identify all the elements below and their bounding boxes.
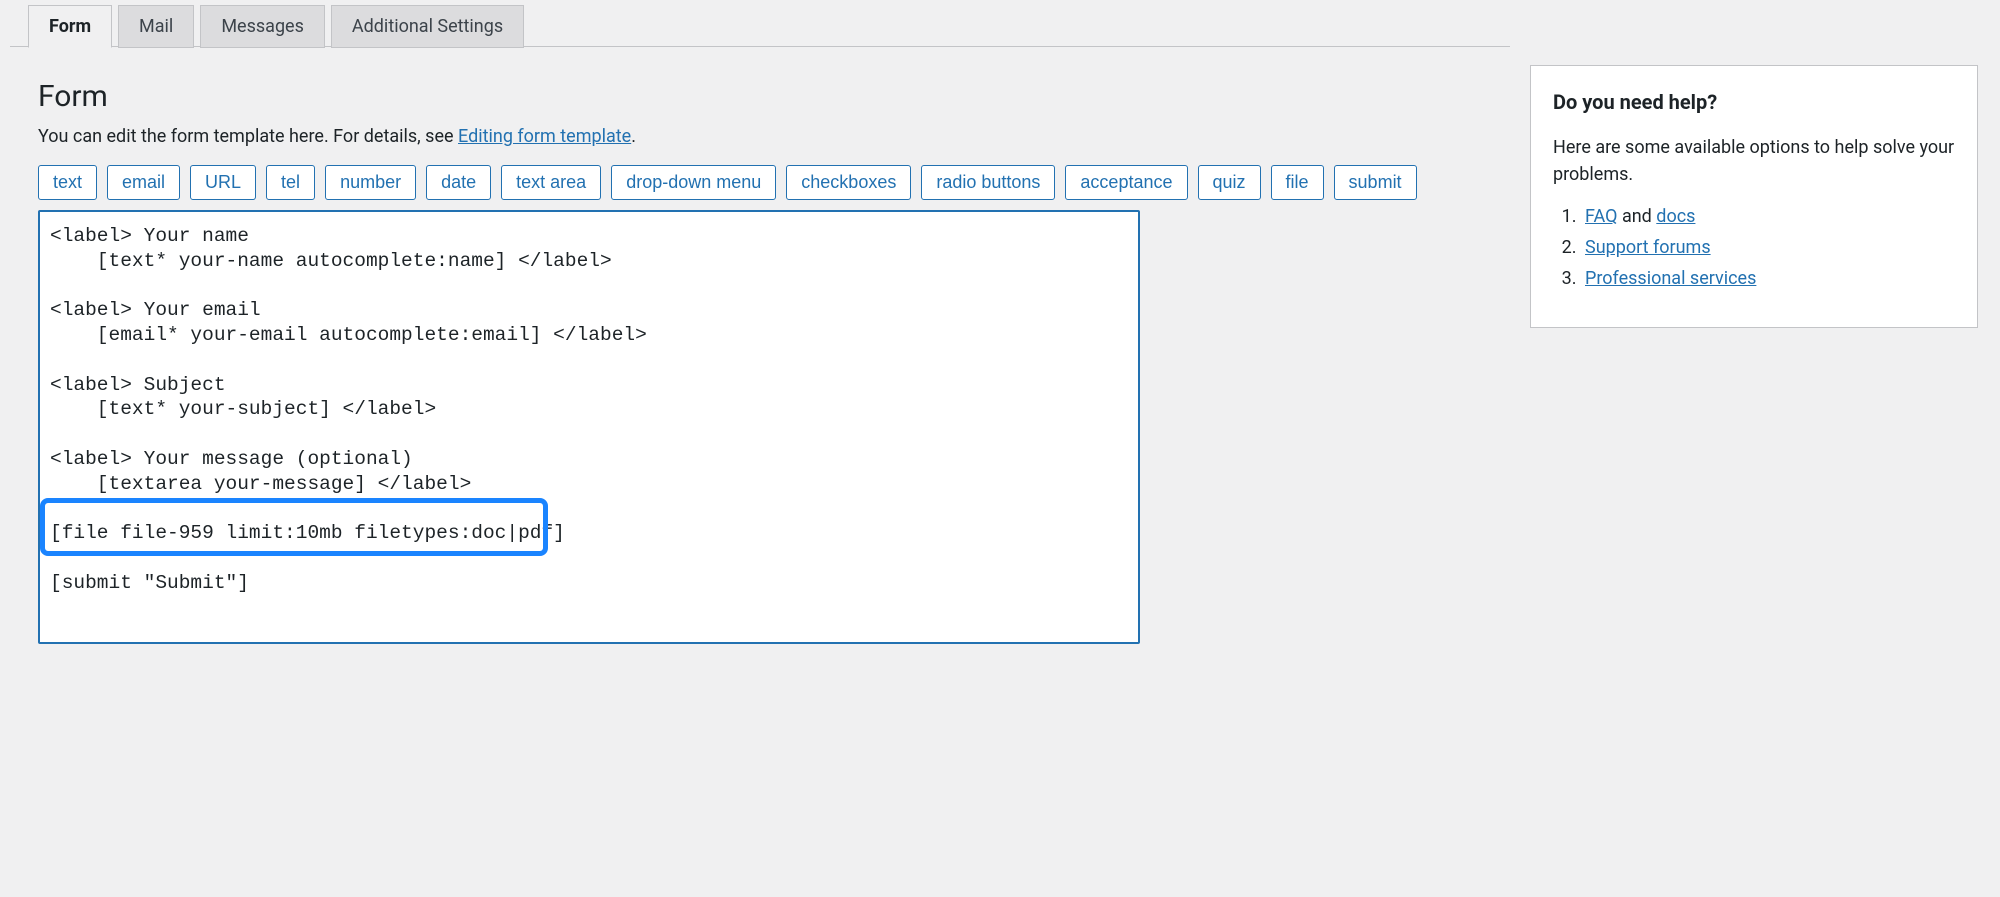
tab-messages[interactable]: Messages bbox=[200, 5, 325, 48]
sidebar-options-list: FAQ and docs Support forums Professional… bbox=[1553, 206, 1955, 289]
form-template-editor[interactable] bbox=[38, 210, 1140, 644]
intro-suffix: . bbox=[631, 126, 636, 147]
sidebar-option-3: Professional services bbox=[1581, 268, 1955, 289]
tag-btn-acceptance[interactable]: acceptance bbox=[1065, 165, 1187, 200]
editor-container bbox=[38, 210, 1140, 649]
tab-mail[interactable]: Mail bbox=[118, 5, 194, 48]
tab-additional-settings[interactable]: Additional Settings bbox=[331, 5, 524, 48]
sidebar-option-1: FAQ and docs bbox=[1581, 206, 1955, 227]
sidebar-title: Do you need help? bbox=[1553, 90, 1955, 114]
sidebar-intro: Here are some available options to help … bbox=[1553, 134, 1955, 188]
intro-text: You can edit the form template here. For… bbox=[38, 126, 1482, 147]
editor-tabs: Form Mail Messages Additional Settings bbox=[0, 0, 2000, 47]
main-panel: Form You can edit the form template here… bbox=[10, 46, 1510, 649]
intro-link[interactable]: Editing form template bbox=[458, 126, 631, 147]
section-heading: Form bbox=[38, 79, 1482, 114]
tag-btn-dropdown[interactable]: drop-down menu bbox=[611, 165, 776, 200]
docs-link[interactable]: docs bbox=[1656, 206, 1695, 227]
tag-btn-textarea[interactable]: text area bbox=[501, 165, 601, 200]
faq-link[interactable]: FAQ bbox=[1585, 206, 1617, 227]
help-sidebar: Do you need help? Here are some availabl… bbox=[1530, 65, 1978, 328]
tag-btn-quiz[interactable]: quiz bbox=[1198, 165, 1261, 200]
support-forums-link[interactable]: Support forums bbox=[1585, 237, 1711, 258]
intro-prefix: You can edit the form template here. For… bbox=[38, 126, 458, 147]
tag-btn-radio[interactable]: radio buttons bbox=[921, 165, 1055, 200]
tag-btn-date[interactable]: date bbox=[426, 165, 491, 200]
sidebar-option-2: Support forums bbox=[1581, 237, 1955, 258]
professional-services-link[interactable]: Professional services bbox=[1585, 268, 1756, 289]
tag-btn-checkboxes[interactable]: checkboxes bbox=[786, 165, 911, 200]
tag-btn-tel[interactable]: tel bbox=[266, 165, 315, 200]
sidebar-option-1-mid: and bbox=[1617, 206, 1656, 227]
tab-form[interactable]: Form bbox=[28, 5, 112, 48]
tag-btn-email[interactable]: email bbox=[107, 165, 180, 200]
tag-btn-file[interactable]: file bbox=[1271, 165, 1324, 200]
tag-btn-number[interactable]: number bbox=[325, 165, 416, 200]
tag-btn-url[interactable]: URL bbox=[190, 165, 256, 200]
tag-generator-buttons: text email URL tel number date text area… bbox=[38, 165, 1482, 200]
tag-btn-submit[interactable]: submit bbox=[1334, 165, 1417, 200]
tag-btn-text[interactable]: text bbox=[38, 165, 97, 200]
